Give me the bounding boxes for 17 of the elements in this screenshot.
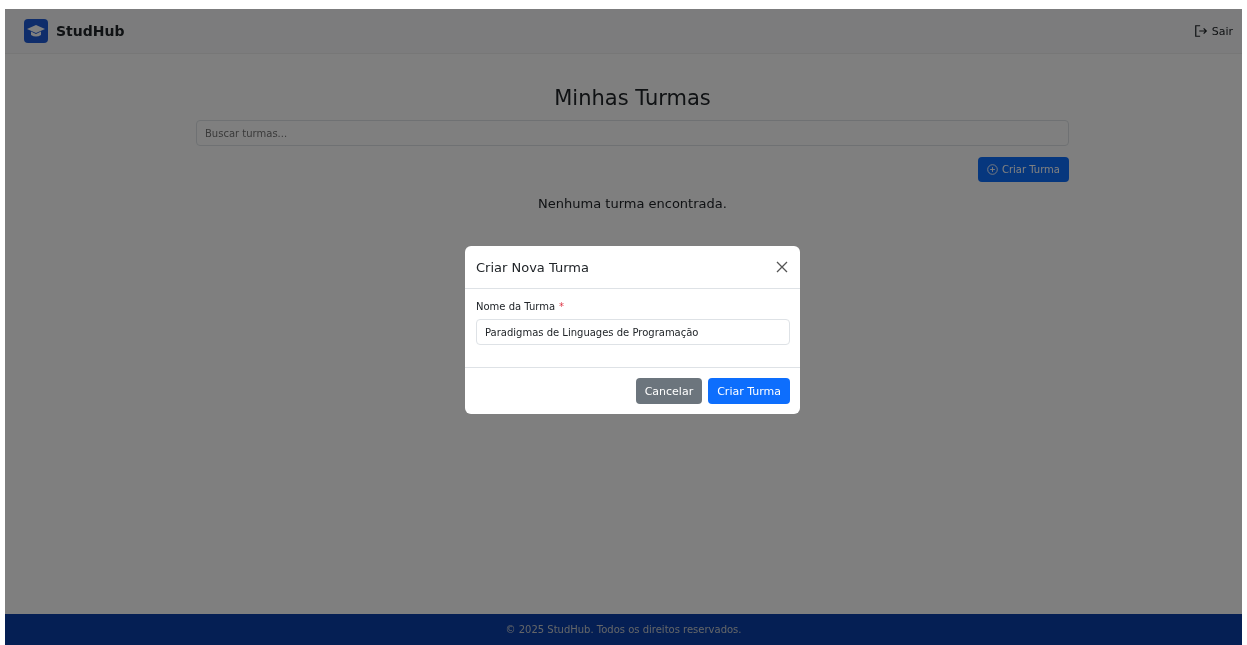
empty-message: Nenhuma turma encontrada. — [538, 196, 727, 211]
cancel-button[interactable]: Cancelar — [635, 378, 703, 404]
close-icon[interactable] — [774, 259, 790, 275]
required-mark: * — [559, 301, 565, 312]
create-button[interactable]: Criar Turma — [708, 378, 790, 404]
modal-title: Criar Nova Turma — [476, 259, 589, 275]
plus-circle-icon — [986, 164, 998, 175]
brand-name[interactable]: StudHub — [56, 23, 125, 39]
graduation-cap-icon — [24, 19, 48, 43]
logout-icon — [1193, 24, 1208, 38]
create-class-button[interactable]: Criar Turma — [977, 157, 1069, 182]
search-field[interactable]: Buscar turmas... — [196, 120, 1069, 146]
footer-text: © 2025 StudHub. Todos os direitos reservados. — [505, 624, 742, 635]
field-label: Nome da Turma — [476, 301, 556, 312]
class-name-field[interactable]: Paradigmas de Linguages de Programação — [476, 319, 790, 345]
logout-link[interactable]: Sair — [1193, 24, 1233, 38]
page-title: Minhas Turmas — [554, 86, 711, 110]
